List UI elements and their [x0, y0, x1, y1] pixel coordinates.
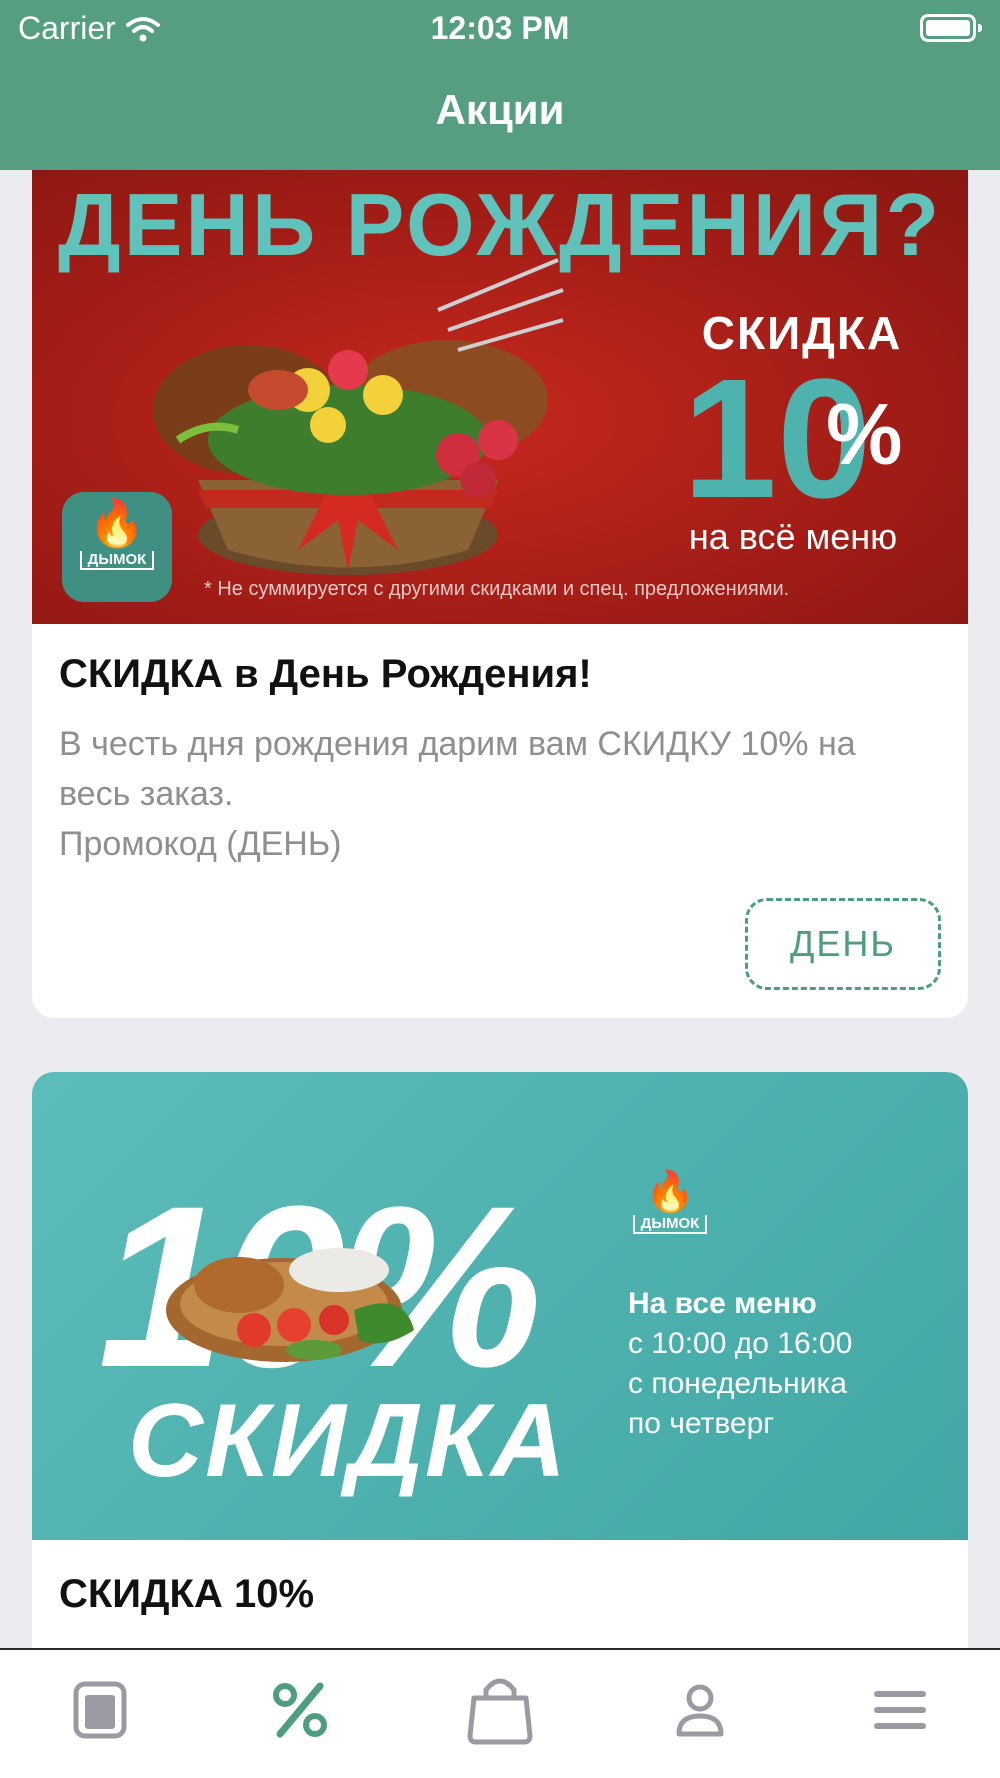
flame-icon: 🔥 — [645, 1170, 695, 1214]
banner-word: СКИДКА — [128, 1383, 568, 1499]
brand-logo: 🔥 ДЫМОК — [628, 1168, 712, 1234]
banner-line-2: с 10:00 до 16:00 — [628, 1327, 853, 1360]
promo-description-text: В честь дня рождения дарим вам СКИДКУ 10… — [59, 725, 856, 813]
app-header: Carrier 12:03 PM Акции — [0, 0, 1000, 170]
banner-line-1: На все меню — [628, 1287, 817, 1320]
status-bar: Carrier 12:03 PM — [0, 8, 1000, 48]
tab-menu[interactable] — [0, 1650, 200, 1778]
banner-note: * Не суммируется с другими скидками и сп… — [204, 578, 790, 600]
banner-discount-percent: % — [826, 387, 903, 483]
promo-banner-birthday[interactable]: ДЕНЬ РОЖДЕНИЯ? 🔥 ДЫМОК СКИДКА 10 % на вс… — [32, 170, 968, 624]
page-title: Акции — [435, 86, 565, 133]
flame-icon: 🔥 — [88, 497, 146, 549]
promo-title: СКИДКА в День Рождения! — [59, 652, 592, 696]
logo-name: ДЫМОК — [632, 1215, 708, 1234]
promo-banner-discount[interactable]: 10% СКИДКА 🔥 ДЫМОК На все меню с 10:00 д… — [32, 1072, 968, 1540]
tab-more[interactable] — [800, 1650, 1000, 1778]
promo-code-line: Промокод (ДЕНЬ) — [59, 825, 342, 863]
menu-book-icon — [73, 1681, 127, 1739]
brand-logo: 🔥 ДЫМОК — [62, 492, 172, 602]
tab-bar — [0, 1648, 1000, 1778]
logo-name: ДЫМОК — [79, 551, 155, 570]
shopping-bag-icon — [467, 1678, 533, 1745]
banner-line-3: с понедельника — [628, 1367, 847, 1400]
promo-card-body: СКИДКА 10% — [32, 1540, 968, 1660]
tab-profile[interactable] — [600, 1650, 800, 1778]
tab-cart[interactable] — [400, 1650, 600, 1778]
promo-title: СКИДКА 10% — [59, 1572, 315, 1616]
profile-icon — [676, 1684, 724, 1737]
food-plate-illustration — [166, 1248, 414, 1362]
food-basket-illustration — [153, 258, 564, 575]
promo-card[interactable]: ДЕНЬ РОЖДЕНИЯ? 🔥 ДЫМОК СКИДКА 10 % на вс… — [32, 170, 968, 1018]
status-time: 12:03 PM — [430, 10, 570, 46]
tab-promotions[interactable] — [200, 1650, 400, 1778]
promo-description: В честь дня рождения дарим вам СКИДКУ 10… — [59, 719, 919, 869]
percent-icon — [273, 1682, 327, 1738]
promo-code-button[interactable]: ДЕНЬ — [745, 898, 941, 990]
promo-card[interactable]: 10% СКИДКА 🔥 ДЫМОК На все меню с 10:00 д… — [32, 1072, 968, 1660]
battery-icon — [920, 14, 982, 42]
banner-schedule: На все меню с 10:00 до 16:00 с понедельн… — [628, 1284, 852, 1444]
banner-line-4: по четверг — [628, 1407, 775, 1440]
promo-card-body: СКИДКА в День Рождения! В честь дня рожд… — [32, 624, 968, 990]
promo-feed[interactable]: ДЕНЬ РОЖДЕНИЯ? 🔥 ДЫМОК СКИДКА 10 % на вс… — [32, 170, 968, 1660]
hamburger-menu-icon — [874, 1691, 926, 1729]
banner-scope: на всё меню — [688, 516, 898, 557]
